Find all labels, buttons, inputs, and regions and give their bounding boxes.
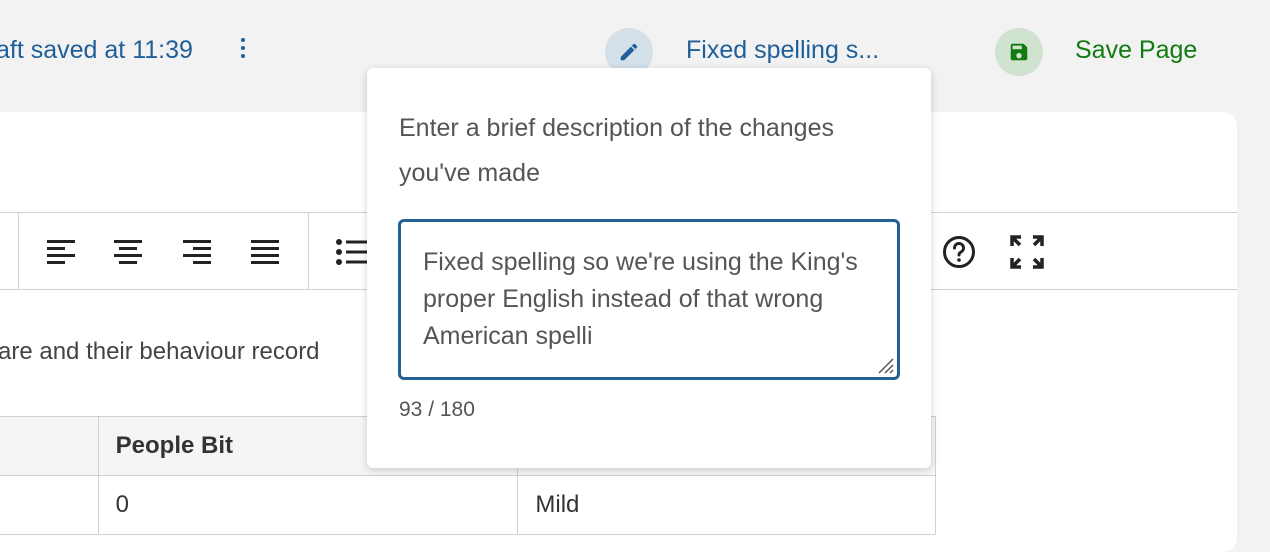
table-row: 0 Mild (0, 475, 936, 535)
edit-summary-popover: Enter a brief description of the changes… (367, 68, 931, 468)
align-center-icon[interactable] (111, 235, 145, 269)
character-count: 93 / 180 (399, 398, 475, 421)
toolbar-divider (18, 213, 19, 289)
table-cell[interactable]: 0 (97, 475, 519, 535)
bulleted-list-icon[interactable] (334, 235, 368, 269)
table-header-cell[interactable] (0, 416, 99, 476)
align-justify-icon[interactable] (248, 235, 282, 269)
align-right-icon[interactable] (180, 235, 214, 269)
table-cell[interactable] (0, 475, 99, 535)
summary-prompt: Enter a brief description of the changes… (399, 114, 834, 187)
summary-textarea-value[interactable]: Fixed spelling so we're using the King's… (423, 244, 883, 355)
edit-summary-link[interactable]: Fixed spelling s... (686, 36, 879, 65)
help-circle-icon[interactable] (942, 235, 976, 269)
table-cell[interactable]: Mild (517, 475, 936, 535)
align-left-icon[interactable] (44, 235, 78, 269)
toolbar-divider (308, 213, 309, 289)
fullscreen-icon[interactable] (1010, 235, 1044, 269)
resize-grip-icon[interactable] (875, 355, 895, 375)
save-page-icon-button[interactable] (995, 28, 1043, 76)
floppy-disk-icon (1010, 43, 1028, 61)
save-page-button[interactable]: Save Page (1075, 36, 1197, 65)
draft-status: aft saved at 11:39 (0, 36, 193, 64)
more-vertical-icon[interactable] (236, 38, 250, 64)
pencil-icon (620, 43, 638, 61)
editor-body-text[interactable]: are and their behaviour record (0, 338, 320, 366)
summary-textarea[interactable]: Fixed spelling so we're using the King's… (398, 219, 900, 380)
